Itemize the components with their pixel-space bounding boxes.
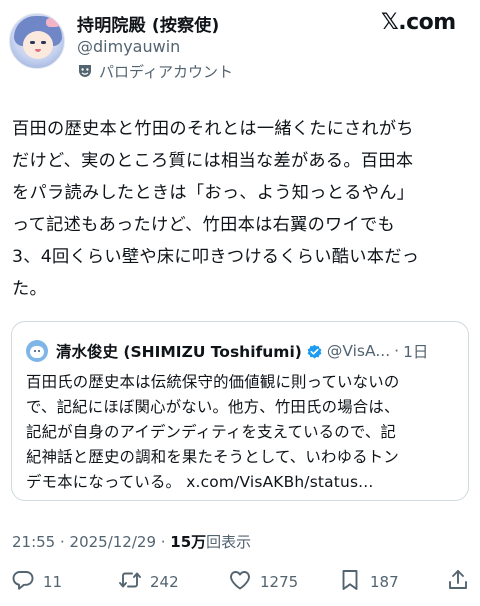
- reply-icon: [11, 568, 35, 596]
- quoted-text-line: 百田氏の歴史本は伝統保守的価値観に則っていないの: [26, 373, 400, 391]
- author-handle[interactable]: @dimyauwin: [77, 37, 180, 56]
- quoted-author-name[interactable]: 清水俊史 (SHIMIZU Toshifumi): [56, 340, 302, 362]
- bookmark-button[interactable]: 187: [338, 566, 399, 598]
- quoted-text-line: で、記紀にほぼ関心がない。他方、竹田氏の場合は、: [26, 398, 400, 416]
- avatar-eye: [38, 350, 40, 352]
- like-button[interactable]: 1275: [228, 566, 298, 598]
- post-text: 百田の歴史本と竹田のそれとは一緒くたにされがち だけど、実のところ質には相当な差…: [12, 113, 472, 305]
- post-text-line: 百田の歴史本と竹田のそれとは一緒くたにされがち: [12, 119, 414, 139]
- like-count: 1275: [260, 573, 299, 591]
- quoted-post-header: 清水俊史 (SHIMIZU Toshifumi) @VisA... · 1日: [56, 339, 428, 363]
- post-text-line: た。: [12, 279, 47, 299]
- reply-count: 11: [43, 573, 63, 591]
- post-text-line: って記述もあったけど、竹田本は右翼のワイでも: [12, 215, 396, 235]
- parody-account-label: パロディアカウント: [77, 61, 233, 81]
- bookmark-icon: [338, 568, 362, 596]
- quoted-post-card[interactable]: 清水俊史 (SHIMIZU Toshifumi) @VisA... · 1日 百…: [11, 321, 469, 501]
- post-text-line: だけど、実のところ質には相当な差がある。百田本: [12, 151, 414, 171]
- repost-icon: [118, 568, 142, 596]
- author-display-name[interactable]: 持明院殿 (按察使): [77, 11, 219, 36]
- quoted-post-text: 百田氏の歴史本は伝統保守的価値観に則っていないの で、記紀にほぼ関心がない。他方…: [26, 370, 462, 495]
- repost-count: 242: [150, 573, 179, 591]
- quoted-text-line: 紀神話と歴史の調和を果たそうとして、いわゆるトン: [26, 448, 399, 466]
- reply-button[interactable]: 11: [11, 566, 62, 598]
- quoted-author-handle[interactable]: @VisA...: [327, 342, 390, 360]
- avatar-eye: [41, 41, 46, 44]
- avatar-face: [23, 31, 53, 59]
- share-button[interactable]: [446, 566, 470, 598]
- avatar-ribbon: [46, 18, 60, 27]
- quoted-text-line[interactable]: デモ本になっている。 x.com/VisAKBh/status...: [26, 470, 462, 495]
- view-count: 15万: [170, 533, 207, 551]
- separator-dot: ·: [394, 342, 400, 360]
- quoted-author-avatar[interactable]: [26, 340, 48, 362]
- parody-label-text: パロディアカウント: [99, 62, 233, 81]
- x-logo: 𝕏.com: [381, 10, 456, 35]
- heart-icon: [228, 568, 252, 596]
- theater-mask-icon: [77, 63, 93, 79]
- post-timestamp[interactable]: 21:55 · 2025/12/29 ·: [12, 533, 170, 551]
- view-label: 回表示: [206, 533, 252, 551]
- post-header: 持明院殿 (按察使) @dimyauwin パロディアカウント 𝕏.com: [0, 0, 480, 90]
- quoted-text-line: 記紀が自身のアイデンディティを支えているので、記: [26, 423, 397, 441]
- verified-badge-icon: [306, 343, 323, 360]
- author-avatar[interactable]: [9, 13, 65, 69]
- share-icon: [446, 568, 470, 596]
- bookmark-count: 187: [370, 573, 399, 591]
- post-text-line: をパラ読みしたときは「おっ、よう知っとるやん」: [12, 183, 415, 203]
- avatar-eye: [30, 41, 35, 44]
- repost-button[interactable]: 242: [118, 566, 179, 598]
- quoted-post-time[interactable]: 1日: [403, 340, 428, 362]
- action-bar: 11 242 1275 187: [0, 566, 480, 598]
- avatar-eye: [34, 350, 36, 352]
- post-meta: 21:55 · 2025/12/29 · 15万回表示: [12, 531, 251, 552]
- post-text-line: 3、4回くらい壁や床に叩きつけるくらい酷い本だっ: [12, 247, 420, 267]
- avatar-face: [30, 346, 44, 358]
